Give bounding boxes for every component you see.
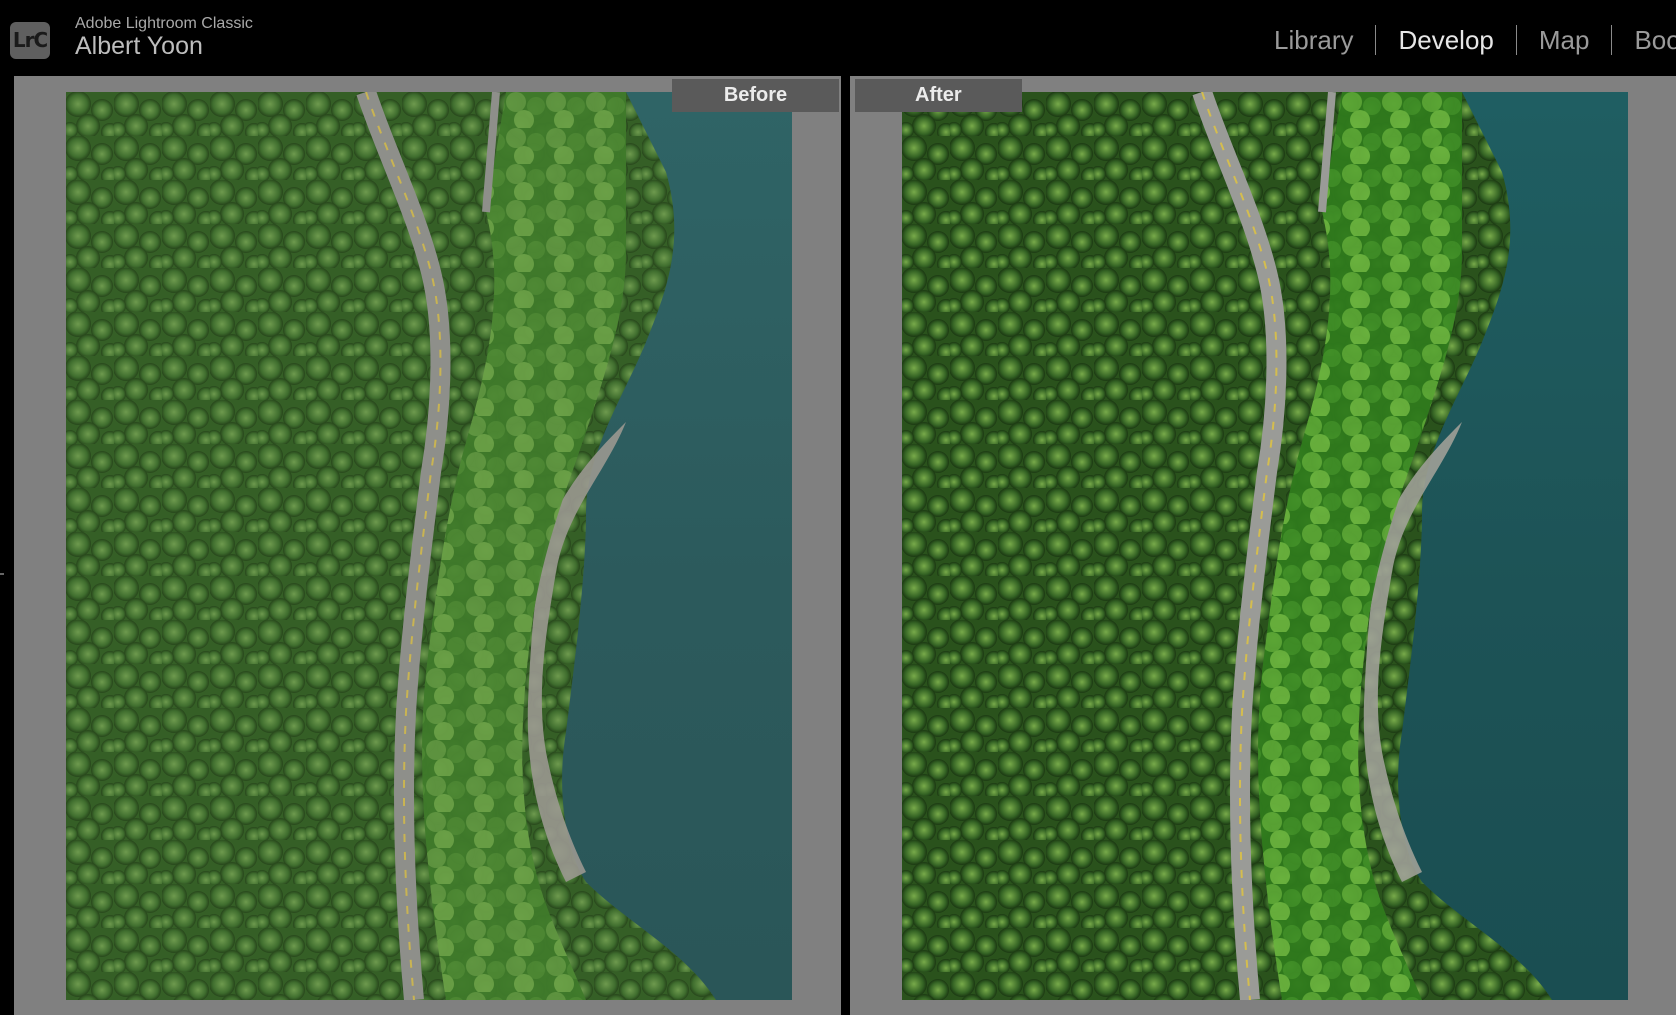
before-photo[interactable]	[66, 92, 792, 1000]
app-name: Adobe Lightroom Classic	[75, 15, 253, 32]
lrc-logo: LrC	[10, 22, 50, 59]
identity-plate-user-name: Albert Yoon	[75, 32, 203, 60]
aerial-forest-image-edited	[902, 92, 1628, 1000]
module-develop[interactable]: Develop	[1376, 25, 1515, 56]
panel-edge-marker	[0, 573, 4, 575]
after-photo[interactable]	[902, 92, 1628, 1000]
module-map[interactable]: Map	[1517, 25, 1612, 56]
before-label: Before	[672, 79, 839, 112]
module-book[interactable]: Book	[1612, 25, 1676, 56]
module-library[interactable]: Library	[1250, 25, 1375, 56]
aerial-forest-image	[66, 92, 792, 1000]
top-bar: LrC Adobe Lightroom Classic Albert Yoon …	[0, 0, 1676, 72]
module-picker: Library Develop Map Book	[1250, 20, 1676, 60]
after-label: After	[855, 79, 1022, 112]
